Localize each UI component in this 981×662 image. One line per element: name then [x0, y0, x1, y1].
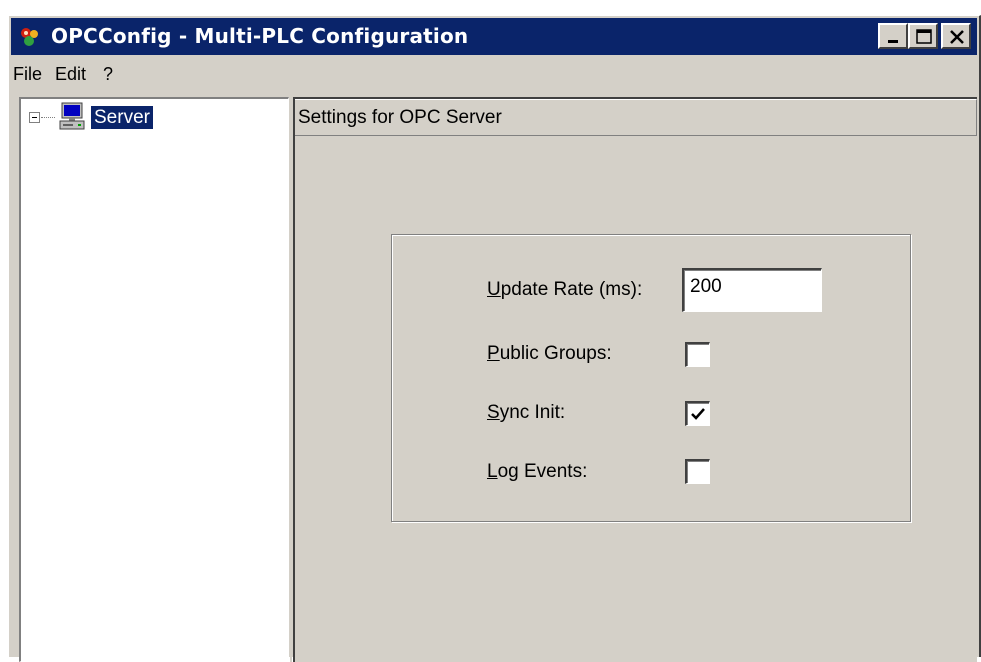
computer-icon	[56, 101, 88, 133]
tree-item-server[interactable]: Server	[90, 105, 154, 130]
public-groups-mnemonic: P	[487, 343, 500, 364]
maximize-button[interactable]	[908, 23, 938, 49]
sync-init-label: Sync Init:	[487, 402, 565, 424]
close-icon	[950, 30, 964, 44]
menu-edit[interactable]: Edit	[55, 64, 86, 85]
settings-panel: Settings for OPC Server Update Rate (ms)…	[293, 97, 977, 662]
log-events-mnemonic: L	[487, 461, 498, 482]
sync-init-mnemonic: S	[487, 402, 500, 423]
checkmark-icon	[691, 408, 705, 420]
close-button[interactable]	[941, 23, 971, 49]
update-rate-mnemonic: U	[487, 279, 501, 300]
public-groups-label: Public Groups:	[487, 343, 612, 365]
minimize-button[interactable]	[878, 23, 908, 49]
panel-header: Settings for OPC Server	[295, 99, 977, 136]
pane-splitter[interactable]	[290, 97, 292, 662]
tree-connector-line	[41, 117, 55, 118]
maximize-icon	[916, 29, 932, 44]
tree-view[interactable]: Server	[19, 97, 289, 662]
sync-init-checkbox[interactable]	[685, 401, 710, 426]
app-icon[interactable]	[19, 26, 41, 48]
panel-header-text: Settings for OPC Server	[298, 107, 502, 128]
menu-help[interactable]: ?	[103, 64, 113, 85]
update-rate-label-text: pdate Rate (ms):	[500, 279, 643, 300]
log-events-checkbox[interactable]	[685, 459, 710, 484]
title-bar[interactable]: OPCConfig - Multi-PLC Configuration	[11, 18, 977, 55]
update-rate-input[interactable]: 200	[682, 268, 822, 312]
log-events-label: Log Events:	[487, 461, 587, 483]
update-rate-label: Update Rate (ms):	[487, 279, 642, 301]
window-title: OPCConfig - Multi-PLC Configuration	[51, 24, 469, 48]
public-groups-label-text: ublic Groups:	[499, 343, 612, 364]
menu-file[interactable]: File	[13, 64, 42, 85]
public-groups-checkbox[interactable]	[685, 342, 710, 367]
log-events-label-text: og Events:	[497, 461, 588, 482]
app-window: OPCConfig - Multi-PLC Configuration File…	[8, 15, 981, 662]
minimize-icon	[888, 40, 898, 43]
tree-collapse-toggle[interactable]	[29, 112, 40, 123]
settings-group-box: Update Rate (ms): 200 Public Groups: Syn…	[391, 234, 911, 522]
menu-bar: File Edit ?	[9, 56, 979, 90]
sync-init-label-text: ync Init:	[499, 402, 566, 423]
